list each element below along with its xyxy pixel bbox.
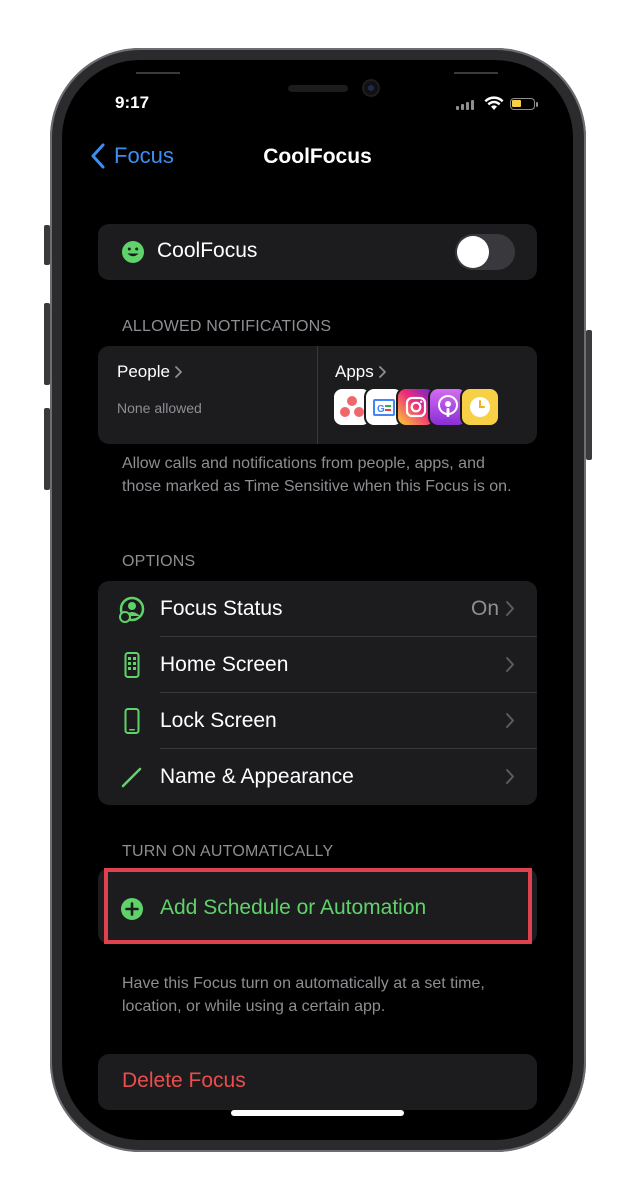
people-title-row: People: [117, 362, 183, 382]
chevron-right-icon: [506, 713, 514, 728]
silent-switch: [44, 225, 50, 265]
apps-title: Apps: [335, 362, 374, 381]
back-button[interactable]: Focus: [90, 143, 174, 169]
allowed-notifications-card: People None allowed Apps G: [98, 346, 537, 444]
people-subtitle: None allowed: [117, 400, 202, 416]
allowed-notifications-footnote: Allow calls and notifications from peopl…: [122, 455, 512, 495]
focus-status-value: On: [470, 597, 499, 620]
cellular-signal-icon: [456, 100, 474, 110]
apps-button[interactable]: Apps G: [318, 346, 537, 444]
automation-footnote: Have this Focus turn on automatically at…: [122, 975, 485, 1015]
focus-status-row[interactable]: Focus Status On: [98, 581, 537, 637]
chevron-right-icon: [506, 657, 514, 672]
back-label: Focus: [114, 143, 174, 168]
chevron-right-icon: [175, 366, 182, 378]
home-screen-label: Home Screen: [160, 653, 289, 676]
lock-screen-label: Lock Screen: [160, 709, 277, 732]
clock-icon: [460, 387, 500, 427]
smiley-icon: [122, 241, 144, 263]
chevron-right-icon: [378, 366, 386, 378]
svg-text:G: G: [377, 404, 385, 415]
status-time: 9:17: [115, 93, 150, 112]
lock-screen-icon: [118, 707, 146, 735]
home-screen-row[interactable]: Home Screen: [98, 637, 537, 693]
status-icons: [456, 96, 546, 112]
delete-focus-label: Delete Focus: [122, 1069, 246, 1092]
volume-up-button: [44, 303, 50, 385]
focus-status-icon: [118, 595, 146, 623]
allowed-notifications-header: ALLOWED NOTIFICATIONS: [122, 318, 332, 335]
name-appearance-label: Name & Appearance: [160, 765, 354, 788]
focus-toggle-label: CoolFocus: [157, 239, 258, 262]
antenna-line: [136, 72, 180, 74]
options-header: OPTIONS: [122, 553, 196, 570]
volume-down-button: [44, 408, 50, 490]
name-appearance-row[interactable]: Name & Appearance: [98, 749, 537, 805]
automation-header: TURN ON AUTOMATICALLY: [122, 843, 334, 860]
wifi-icon: [484, 96, 504, 110]
people-button[interactable]: People None allowed: [98, 346, 317, 444]
page-title: CoolFocus: [263, 145, 372, 168]
chevron-right-icon: [506, 601, 514, 616]
battery-icon: [510, 98, 535, 110]
chevron-left-icon: [91, 143, 105, 169]
focus-toggle-row: CoolFocus: [98, 224, 537, 280]
lock-screen-row[interactable]: Lock Screen: [98, 693, 537, 749]
earpiece-speaker: [288, 85, 348, 92]
plus-circle-icon: [121, 898, 143, 920]
home-indicator[interactable]: [231, 1110, 404, 1116]
front-camera: [364, 81, 378, 95]
apps-title-row: Apps: [335, 362, 387, 382]
side-button: [586, 330, 592, 460]
options-card: Focus Status On Home Screen Lock Screen: [98, 581, 537, 805]
people-title: People: [117, 362, 170, 381]
battery-tip: [536, 102, 538, 107]
pencil-icon: [118, 763, 146, 791]
focus-status-label: Focus Status: [160, 597, 283, 620]
chevron-right-icon: [506, 769, 514, 784]
antenna-line: [454, 72, 498, 74]
home-screen-icon: [118, 651, 146, 679]
toggle-knob: [457, 236, 489, 268]
focus-toggle-switch[interactable]: [455, 234, 515, 270]
add-schedule-label: Add Schedule or Automation: [160, 896, 427, 919]
